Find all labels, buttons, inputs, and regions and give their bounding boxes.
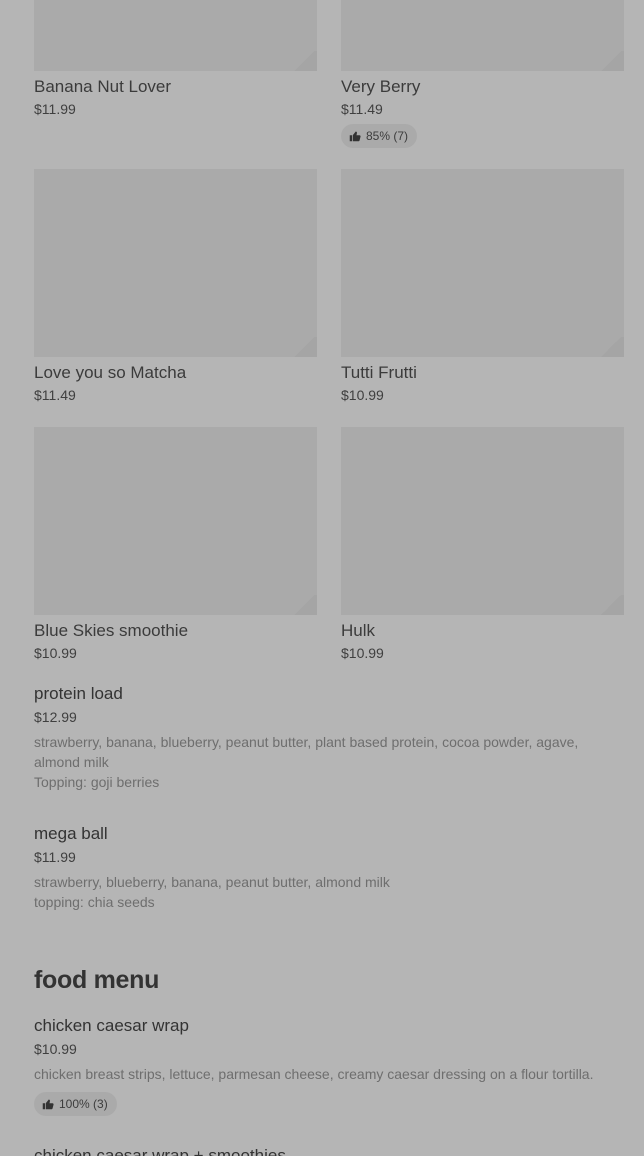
item-name: Tutti Frutti <box>341 363 417 382</box>
item-image <box>34 169 317 357</box>
menu-card-love-you-so-matcha[interactable]: Love you so Matcha $11.49 <box>34 169 317 404</box>
menu-card-tutti-frutti[interactable]: Tutti Frutti $10.99 <box>341 169 624 404</box>
description-line: Topping: goji berries <box>34 774 160 790</box>
item-name: Banana Nut Lover <box>34 77 172 96</box>
rating-badge: 100% (3) <box>34 1092 117 1116</box>
item-name: Hulk <box>341 621 376 640</box>
item-price: $10.99 <box>341 645 384 661</box>
menu-card-banana-nut-lover[interactable]: Banana Nut Lover $11.99 <box>34 0 317 118</box>
item-price: $11.49 <box>341 101 383 117</box>
item-price: $10.99 <box>34 1041 77 1057</box>
item-image <box>341 427 624 615</box>
section-heading-food-menu: food menu <box>34 966 160 994</box>
item-title: protein load <box>34 684 123 703</box>
item-image <box>341 0 624 71</box>
item-name: Very Berry <box>341 77 421 96</box>
description-line: strawberry, blueberry, banana, peanut bu… <box>34 874 390 890</box>
menu-card-blue-skies[interactable]: Blue Skies smoothie $10.99 <box>34 427 317 662</box>
item-price: $10.99 <box>341 387 384 403</box>
item-price: $11.49 <box>34 387 76 403</box>
description-line: topping: chia seeds <box>34 894 155 910</box>
list-item-chicken-caesar-wrap-smoothies[interactable]: chicken caesar wrap + smoothies <box>34 1146 624 1156</box>
item-image <box>34 0 317 71</box>
item-price: $11.99 <box>34 101 76 117</box>
thumbs-up-icon <box>42 1099 54 1110</box>
item-description: chicken breast strips, lettuce, parmesan… <box>34 1066 594 1082</box>
rating-badge: 85% (7) <box>341 124 418 148</box>
menu-card-very-berry[interactable]: Very Berry $11.49 85% (7) <box>341 0 624 148</box>
item-image <box>341 169 624 357</box>
list-item-mega-ball[interactable]: mega ball $11.99 strawberry, blueberry, … <box>34 824 624 912</box>
item-name: Love you so Matcha <box>34 363 187 382</box>
item-price: $10.99 <box>34 645 77 661</box>
thumbs-up-icon <box>349 131 361 142</box>
menu-card-hulk[interactable]: Hulk $10.99 <box>341 427 624 662</box>
item-name: Blue Skies smoothie <box>34 621 189 640</box>
rating-text: 85% (7) <box>366 129 409 143</box>
item-title: chicken caesar wrap + smoothies <box>34 1146 286 1156</box>
item-price: $11.99 <box>34 849 76 865</box>
item-title: chicken caesar wrap <box>34 1016 189 1035</box>
description-line: strawberry, banana, blueberry, peanut bu… <box>34 734 579 770</box>
item-description: strawberry, blueberry, banana, peanut bu… <box>34 872 624 912</box>
rating-text: 100% (3) <box>59 1097 108 1111</box>
item-title: mega ball <box>34 824 108 843</box>
item-price: $12.99 <box>34 709 77 725</box>
list-item-protein-load[interactable]: protein load $12.99 strawberry, banana, … <box>34 684 624 792</box>
item-description: strawberry, banana, blueberry, peanut bu… <box>34 732 624 792</box>
item-image <box>34 427 317 615</box>
list-item-chicken-caesar-wrap[interactable]: chicken caesar wrap $10.99 chicken breas… <box>34 1016 624 1116</box>
